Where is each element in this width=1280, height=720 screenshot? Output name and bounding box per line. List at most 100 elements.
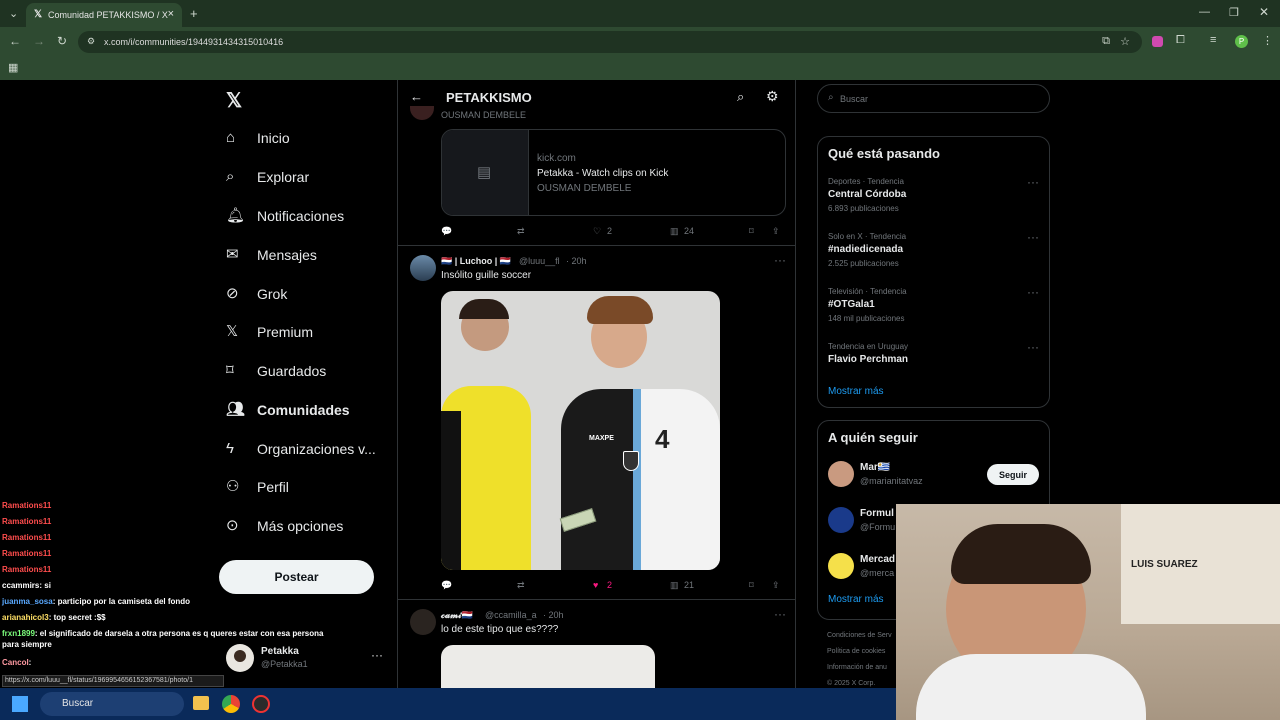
post-2-more-icon[interactable]: ···: [774, 253, 786, 267]
menu-kebab-icon[interactable]: ⋮: [1262, 34, 1273, 47]
trend-category: Deportes · Tendencia: [828, 177, 904, 186]
trends-show-more[interactable]: Mostrar más: [828, 386, 884, 397]
link-card-domain: kick.com: [537, 153, 576, 164]
trend-more-icon[interactable]: ···: [1027, 175, 1039, 189]
bookmark-icon[interactable]: ⌑: [749, 226, 754, 237]
post-2[interactable]: 🇳🇱 | Luchoo | 🇳🇱 @luuu__fl · 20h ··· Ins…: [398, 247, 795, 600]
post-3-image[interactable]: [441, 645, 655, 688]
post-2-avatar[interactable]: [410, 255, 436, 281]
site-info-icon[interactable]: ⚙: [87, 36, 95, 47]
reload-icon[interactable]: ↻: [57, 34, 67, 48]
reply-icon[interactable]: 💬: [441, 580, 452, 591]
bookmark-icon[interactable]: ⌑: [749, 580, 754, 591]
post-2-handle[interactable]: @luuu__fl: [519, 256, 560, 266]
search-icon[interactable]: ⌕: [737, 89, 744, 105]
os-taskbar: Buscar: [0, 688, 896, 720]
trend-more-icon[interactable]: ···: [1027, 230, 1039, 244]
star-icon[interactable]: ☆: [1120, 35, 1130, 48]
post-2-time[interactable]: · 20h: [566, 256, 587, 266]
post-3-more-icon[interactable]: ···: [774, 607, 786, 621]
sidebar-item-más-opciones[interactable]: ⊙ Más opciones: [226, 511, 343, 541]
views-icon[interactable]: ▥: [670, 580, 679, 591]
follow-button[interactable]: Seguir: [987, 464, 1039, 485]
sidebar-item-notificaciones[interactable]: 🔔︎ Notificaciones: [226, 201, 344, 231]
sidebar-item-label: Mensajes: [257, 247, 317, 263]
sidebar-item-comunidades[interactable]: 👥︎ Comunidades: [226, 395, 350, 425]
close-window-icon[interactable]: ✕: [1259, 5, 1269, 19]
reply-icon[interactable]: 💬: [441, 226, 452, 237]
follow-avatar[interactable]: [828, 553, 854, 579]
file-explorer-icon[interactable]: [193, 696, 209, 710]
search-box[interactable]: ⌕ Buscar: [817, 84, 1050, 113]
post-1-avatar[interactable]: [410, 106, 434, 120]
sidebar-item-perfil[interactable]: ⚇ Perfil: [226, 472, 289, 502]
apps-grid-icon[interactable]: ▦: [8, 61, 18, 74]
puzzle-icon[interactable]: ⧠: [1176, 34, 1185, 47]
post-3-avatar[interactable]: [410, 609, 436, 635]
follow-avatar[interactable]: [828, 461, 854, 487]
forward-icon[interactable]: →: [33, 34, 45, 48]
trend-more-icon[interactable]: ···: [1027, 285, 1039, 299]
footer-link[interactable]: © 2025 X Corp.: [827, 680, 875, 687]
referee-sleeve: [441, 411, 461, 570]
post-2-author[interactable]: 🇳🇱 | Luchoo | 🇳🇱: [441, 256, 511, 267]
follow-name[interactable]: Formul: [860, 508, 894, 519]
chat-text: :: [28, 658, 32, 667]
obs-icon[interactable]: [252, 695, 270, 713]
post-1-views: 24: [684, 226, 695, 236]
footer-link[interactable]: Información de anu: [827, 664, 887, 671]
post-button[interactable]: Postear: [219, 560, 374, 594]
sidebar-item-guardados[interactable]: ⌑ Guardados: [226, 356, 326, 386]
x-logo-icon[interactable]: 𝕏: [226, 88, 242, 113]
chrome-icon[interactable]: [222, 695, 240, 713]
sidebar-item-inicio[interactable]: ⌂ Inicio: [226, 123, 290, 153]
minimize-icon[interactable]: —: [1199, 6, 1210, 18]
tab-title: Comunidad PETAKKISMO / X: [48, 10, 168, 20]
follow-show-more[interactable]: Mostrar más: [828, 594, 884, 605]
follow-name[interactable]: Mar🇺🇾: [860, 462, 890, 473]
new-tab-icon[interactable]: +: [190, 6, 198, 21]
back-icon[interactable]: ←: [9, 34, 21, 48]
windows-start-icon[interactable]: [12, 696, 28, 712]
close-tab-icon[interactable]: ×: [168, 8, 174, 20]
post-2-image[interactable]: MAXPE 4: [441, 291, 720, 570]
maximize-icon[interactable]: ❐: [1229, 6, 1239, 19]
sidebar-item-grok[interactable]: ⊘ Grok: [226, 279, 287, 309]
follow-name[interactable]: Mercad: [860, 554, 895, 565]
back-arrow-icon[interactable]: ←: [410, 89, 423, 104]
extension-icon[interactable]: [1152, 36, 1163, 47]
post-3-handle[interactable]: @ccamilla_a: [485, 610, 537, 620]
footer-link[interactable]: Política de cookies: [827, 648, 885, 655]
sidebar-item-mensajes[interactable]: ✉ Mensajes: [226, 240, 317, 270]
post-3-author[interactable]: 𝓬𝓪𝓶𝓲🇳🇱: [441, 610, 473, 621]
views-icon[interactable]: ▥: [670, 226, 679, 237]
sidebar-item-premium[interactable]: 𝕏 Premium: [226, 317, 313, 347]
share-icon[interactable]: ⇪: [772, 580, 780, 591]
repost-icon[interactable]: ⇄: [517, 226, 525, 237]
sidebar-item-explorar[interactable]: ⌕ Explorar: [226, 162, 309, 192]
share-icon[interactable]: ⇪: [772, 226, 780, 237]
chat-message: ccammirs: si: [2, 580, 242, 591]
install-app-icon[interactable]: ⧉: [1102, 35, 1110, 48]
like-icon[interactable]: ♡: [593, 226, 601, 237]
post-3[interactable]: 𝓬𝓪𝓶𝓲🇳🇱 @ccamilla_a · 20h ··· lo de este …: [398, 601, 795, 688]
bell-icon: 🔔︎: [226, 207, 246, 224]
repost-icon[interactable]: ⇄: [517, 580, 525, 591]
footer-link[interactable]: Condiciones de Serv: [827, 632, 892, 639]
settings-gear-icon[interactable]: ⚙: [766, 88, 779, 105]
sidebar-item-organizaciones-v[interactable]: ϟ Organizaciones v...: [226, 434, 376, 464]
taskbar-search[interactable]: Buscar: [40, 692, 184, 716]
trend-more-icon[interactable]: ···: [1027, 340, 1039, 354]
url-bar[interactable]: ⚙ x.com/i/communities/194493143431501041…: [78, 31, 1142, 53]
media-icon[interactable]: ≡: [1210, 34, 1216, 46]
profile-avatar-icon[interactable]: P: [1235, 35, 1248, 48]
liked-heart-icon[interactable]: ♥: [593, 580, 598, 590]
account-more-icon[interactable]: ···: [371, 648, 383, 662]
follow-avatar[interactable]: [828, 507, 854, 533]
browser-tab[interactable]: 𝕏 Comunidad PETAKKISMO / X ×: [26, 3, 182, 27]
post-3-time[interactable]: · 20h: [543, 610, 564, 620]
post-1[interactable]: OUSMAN DEMBELE ▤ kick.com Petakka - Watc…: [398, 106, 795, 246]
link-card[interactable]: ▤ kick.com Petakka - Watch clips on Kick…: [441, 129, 786, 216]
tab-search-icon[interactable]: ⌄: [9, 7, 18, 20]
post-2-author-name: | Luchoo |: [454, 256, 498, 266]
